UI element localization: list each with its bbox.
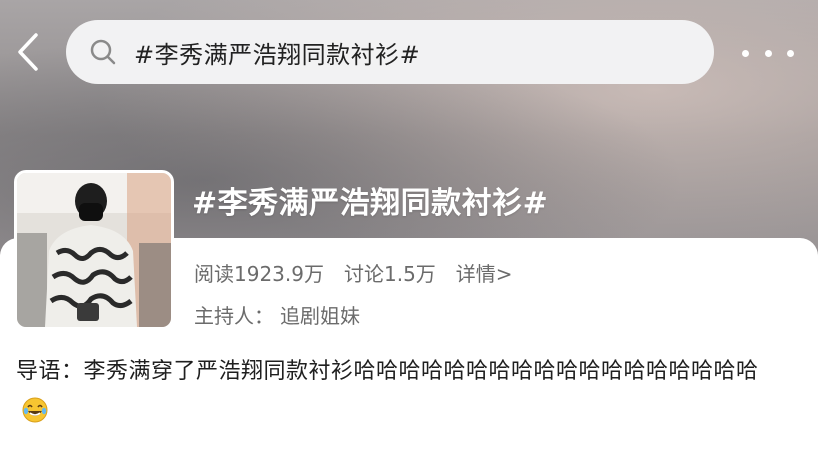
topic-stats: 阅读1923.9万 讨论1.5万 详情> (194, 258, 513, 287)
intro-label: 导语： (16, 359, 84, 384)
search-query-text: #李秀满严浩翔同款衬衫# (134, 40, 421, 69)
cover-photo-illustration (17, 173, 171, 327)
topic-host: 主持人： 追剧姐妹 (194, 300, 360, 329)
more-dot-icon (742, 49, 749, 57)
topic-intro: 导语：李秀满穿了严浩翔同款衬衫哈哈哈哈哈哈哈哈哈哈哈哈哈哈哈哈哈哈 (16, 352, 776, 432)
discussion-count: 讨论1.5万 (343, 262, 436, 286)
host-name[interactable]: 追剧姐妹 (280, 304, 360, 328)
more-dot-icon (764, 49, 772, 57)
topic-title: #李秀满严浩翔同款衬衫# (192, 186, 549, 221)
more-dot-icon (787, 49, 794, 57)
topic-cover-image[interactable] (14, 170, 174, 330)
laughing-crying-emoji-icon (22, 397, 48, 423)
host-label: 主持人： (194, 304, 274, 328)
read-count: 阅读1923.9万 (194, 262, 324, 286)
more-options-button[interactable] (742, 36, 794, 70)
chevron-left-icon (18, 33, 38, 71)
intro-text: 李秀满穿了严浩翔同款衬衫哈哈哈哈哈哈哈哈哈哈哈哈哈哈哈哈哈哈 (83, 359, 759, 384)
details-link[interactable]: 详情> (456, 258, 513, 287)
search-input[interactable]: #李秀满严浩翔同款衬衫# (66, 20, 714, 84)
back-button[interactable] (10, 30, 46, 74)
search-icon (86, 35, 120, 69)
